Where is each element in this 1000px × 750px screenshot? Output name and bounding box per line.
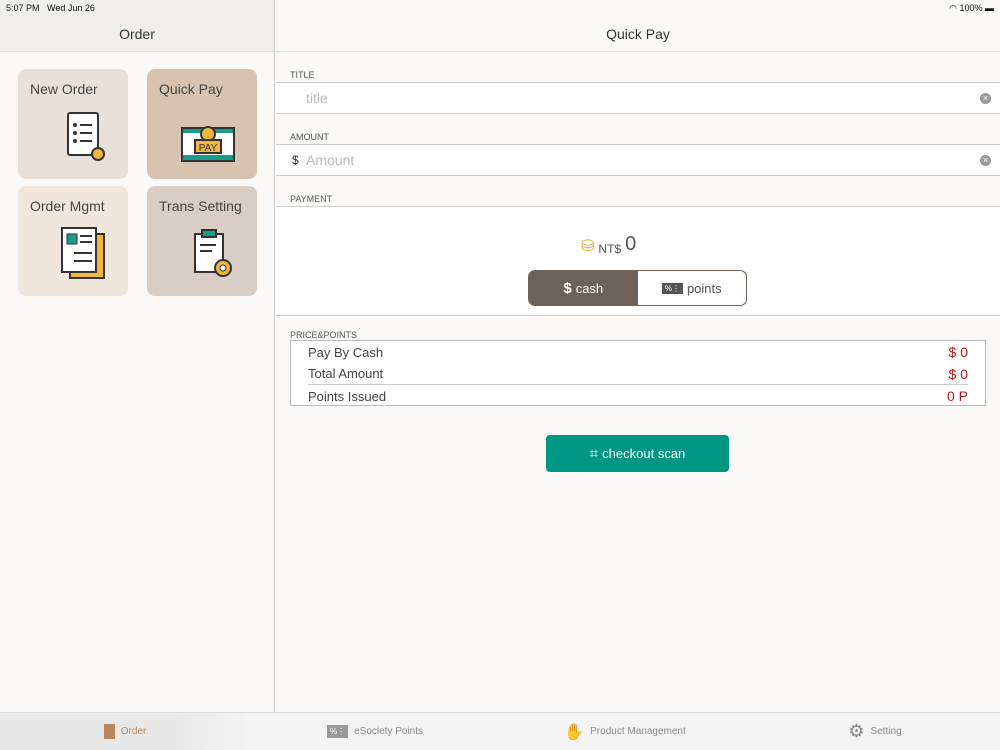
tab-product-management[interactable]: ✋ Product Management <box>500 713 750 750</box>
pay-icon: PAY <box>181 126 235 162</box>
tab-esociety-points[interactable]: %⋮ eSociety Points <box>250 713 500 750</box>
row-label: Pay By Cash <box>308 344 384 360</box>
status-date: Wed Jun 26 <box>47 3 95 13</box>
price-points-table: Pay By Cash $ 0 Total Amount $ 0 Points Is… <box>290 340 986 406</box>
table-row: Points Issued 0 P <box>308 385 968 407</box>
quick-pay-panel: Quick Pay TITLE title × AMOUNT $ Amount × P… <box>276 0 1000 712</box>
points-ticket-icon: %⋮ <box>661 282 683 294</box>
cash-option[interactable]: $ cash <box>529 271 638 305</box>
row-label: Total Amount <box>308 366 384 381</box>
battery-icon: ▬ <box>985 3 994 13</box>
price-points-label: PRICE&POINTS <box>290 330 358 340</box>
clear-icon[interactable]: × <box>980 93 991 104</box>
qr-scan-icon: ⌗ <box>589 445 599 462</box>
amount-section-label: AMOUNT <box>290 132 329 142</box>
table-row: Pay By Cash $ 0 <box>308 341 968 363</box>
row-value: $ 0 <box>948 344 968 360</box>
row-label: Points Issued <box>308 388 387 404</box>
status-time: 5:07 PM <box>6 3 40 13</box>
checkout-label: checkout scan <box>602 446 686 461</box>
tile-label: Order Mgmt <box>30 198 105 214</box>
gear-icon: ⚙ <box>848 721 865 741</box>
title-input[interactable]: title × <box>276 82 1000 114</box>
title-section-label: TITLE <box>290 70 315 80</box>
amount-input[interactable]: $ Amount × <box>276 144 1000 176</box>
clear-icon[interactable]: × <box>980 155 991 166</box>
row-value: 0 P <box>946 388 968 404</box>
title-placeholder: title <box>306 90 328 106</box>
wifi-icon: ◠ <box>949 3 957 13</box>
tab-label: eSociety Points <box>354 726 424 737</box>
new-order-icon <box>67 112 105 161</box>
checkout-scan-button[interactable]: ⌗ checkout scan <box>546 435 729 472</box>
payment-section-label: PAYMENT <box>290 194 333 204</box>
tab-label: Order <box>120 726 147 737</box>
table-row: Total Amount $ 0 <box>308 363 968 385</box>
tile-order-mgmt[interactable]: Order Mgmt <box>18 186 128 296</box>
points-label: points <box>686 280 722 296</box>
tile-quick-pay[interactable]: Quick Pay PAY <box>147 69 257 179</box>
status-bar: 5:07 PM Wed Jun 26 ◠ 100% ▬ <box>0 0 1000 16</box>
tile-label: Quick Pay <box>159 81 223 97</box>
tab-label: Product Management <box>590 726 686 737</box>
transaction-settings-icon <box>194 229 232 277</box>
order-icon <box>103 724 115 739</box>
order-management-icon <box>61 227 105 279</box>
amount-placeholder: Amount <box>306 152 355 168</box>
payment-total: 0 <box>625 233 637 255</box>
row-value: $ 0 <box>948 365 968 382</box>
currency-symbol: $ <box>292 153 299 167</box>
dollar-icon: $ <box>563 279 572 297</box>
payment-panel: ⛁ NT$ 0 $ cash %⋮ points <box>276 206 1000 316</box>
tab-setting[interactable]: ⚙ Setting <box>750 713 1000 750</box>
cash-label: cash <box>575 280 604 296</box>
tile-label: New Order <box>30 81 98 97</box>
tab-order[interactable]: Order <box>0 713 250 750</box>
payment-method-toggle[interactable]: $ cash %⋮ points <box>528 270 747 306</box>
tile-trans-setting[interactable]: Trans Setting <box>147 186 257 296</box>
tile-new-order[interactable]: New Order <box>18 69 128 179</box>
currency-label: NT$ <box>598 242 622 256</box>
battery-level: 100% <box>959 3 983 13</box>
tile-label: Trans Setting <box>159 198 242 214</box>
product-hand-icon: ✋ <box>564 723 585 741</box>
svg-text:PAY: PAY <box>199 143 218 154</box>
order-sidebar: Order New Order Quick Pay PAY Order Mgmt… <box>0 0 275 712</box>
points-ticket-icon: %⋮ <box>326 725 349 738</box>
tab-bar: Order %⋮ eSociety Points ✋ Product Managem… <box>0 712 1000 750</box>
tab-label: Setting <box>870 726 902 737</box>
coins-icon: ⛁ <box>581 238 595 255</box>
points-option[interactable]: %⋮ points <box>638 271 747 305</box>
